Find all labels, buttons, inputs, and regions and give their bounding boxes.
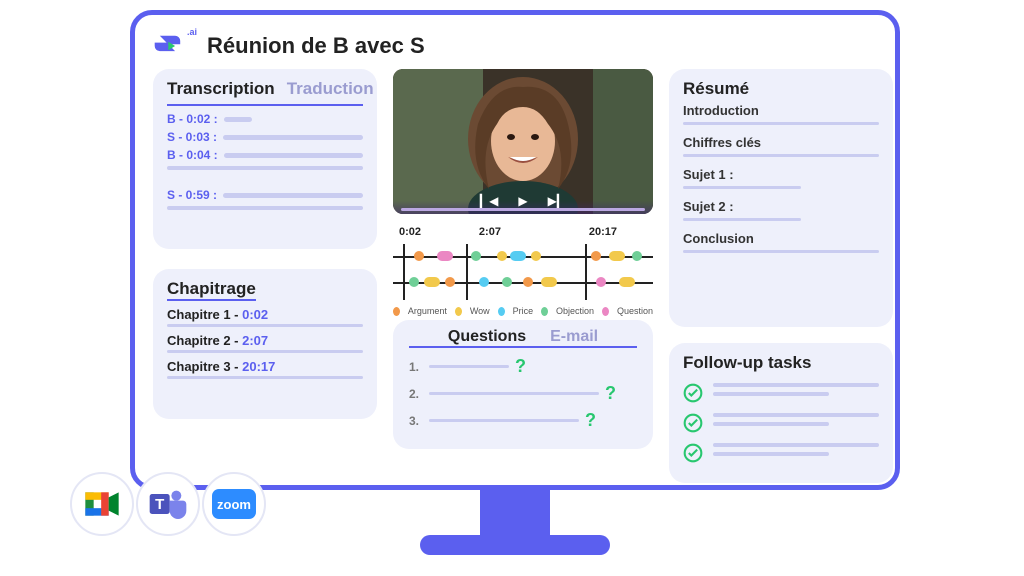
timeline: 0:02 2:07 20:17 [393,226,653,312]
check-circle-icon [683,413,703,433]
video-player[interactable]: ▎◀ ▶ ▶▎ [393,69,653,214]
question-row: 1.? [409,356,637,377]
transcript-line: S - 0:03 : [167,130,363,144]
chapter-row[interactable]: Chapitre 1 - 0:02 [167,307,363,322]
play-icon[interactable]: ▶ [518,194,527,208]
google-meet-icon[interactable] [70,472,134,536]
zoom-icon[interactable]: zoom [202,472,266,536]
transcript-line: B - 0:04 : [167,148,363,162]
header: .ai Réunion de B avec S [153,29,877,63]
transcript-line: B - 0:02 : [167,112,363,126]
transcript-line: S - 0:59 : [167,188,363,202]
timeline-marker: 0:02 [399,226,421,238]
app-logo: .ai [153,29,197,63]
prev-icon[interactable]: ▎◀ [480,194,498,208]
chapter-row[interactable]: Chapitre 2 - 2:07 [167,333,363,348]
question-row: 3.? [409,410,637,431]
chapters-title: Chapitrage [167,279,256,301]
followup-title: Follow-up tasks [683,353,811,373]
resume-section: Introduction [683,103,879,118]
timeline-marker: 20:17 [589,226,617,238]
timeline-marker: 2:07 [479,226,501,238]
transcription-card: Transcription Traduction B - 0:02 : S - … [153,69,377,249]
resume-section: Sujet 2 : [683,199,879,214]
resume-section: Sujet 1 : [683,167,879,182]
monitor-base [420,535,610,555]
followup-task [683,443,879,463]
question-mark-icon: ? [515,356,526,377]
tab-traduction[interactable]: Traduction [287,79,374,104]
question-row: 2.? [409,383,637,404]
resume-card: Résumé Introduction Chiffres clés Sujet … [669,69,893,327]
timeline-legend: Argument Wow Price Objection Question [393,306,653,316]
page-title: Réunion de B avec S [207,33,425,59]
resume-title: Résumé [683,79,749,99]
followup-task [683,413,879,433]
app-window: .ai Réunion de B avec S Transcription Tr… [130,10,900,490]
check-circle-icon [683,383,703,403]
logo-icon [153,29,187,63]
integrations: T zoom [70,472,266,536]
resume-section: Chiffres clés [683,135,879,150]
svg-text:T: T [155,496,164,513]
questions-card: Questions E-mail 1.? 2.? 3.? [393,320,653,449]
question-mark-icon: ? [605,383,616,404]
timeline-tracks[interactable] [393,244,653,300]
followup-task [683,383,879,403]
next-icon[interactable]: ▶▎ [548,194,566,208]
tab-questions[interactable]: Questions [448,328,526,346]
teams-icon[interactable]: T [136,472,200,536]
question-mark-icon: ? [585,410,596,431]
tab-email[interactable]: E-mail [550,328,598,346]
resume-section: Conclusion [683,231,879,246]
zoom-badge: zoom [212,489,256,519]
monitor-stand [480,490,550,535]
followup-card: Follow-up tasks [669,343,893,483]
chapters-card: Chapitrage Chapitre 1 - 0:02 Chapitre 2 … [153,269,377,419]
video-controls: ▎◀ ▶ ▶▎ [480,194,566,208]
tab-transcription[interactable]: Transcription [167,79,275,104]
transcription-tabs: Transcription Traduction [167,79,363,106]
logo-ai-text: .ai [187,27,197,37]
check-circle-icon [683,443,703,463]
chapter-row[interactable]: Chapitre 3 - 20:17 [167,359,363,374]
